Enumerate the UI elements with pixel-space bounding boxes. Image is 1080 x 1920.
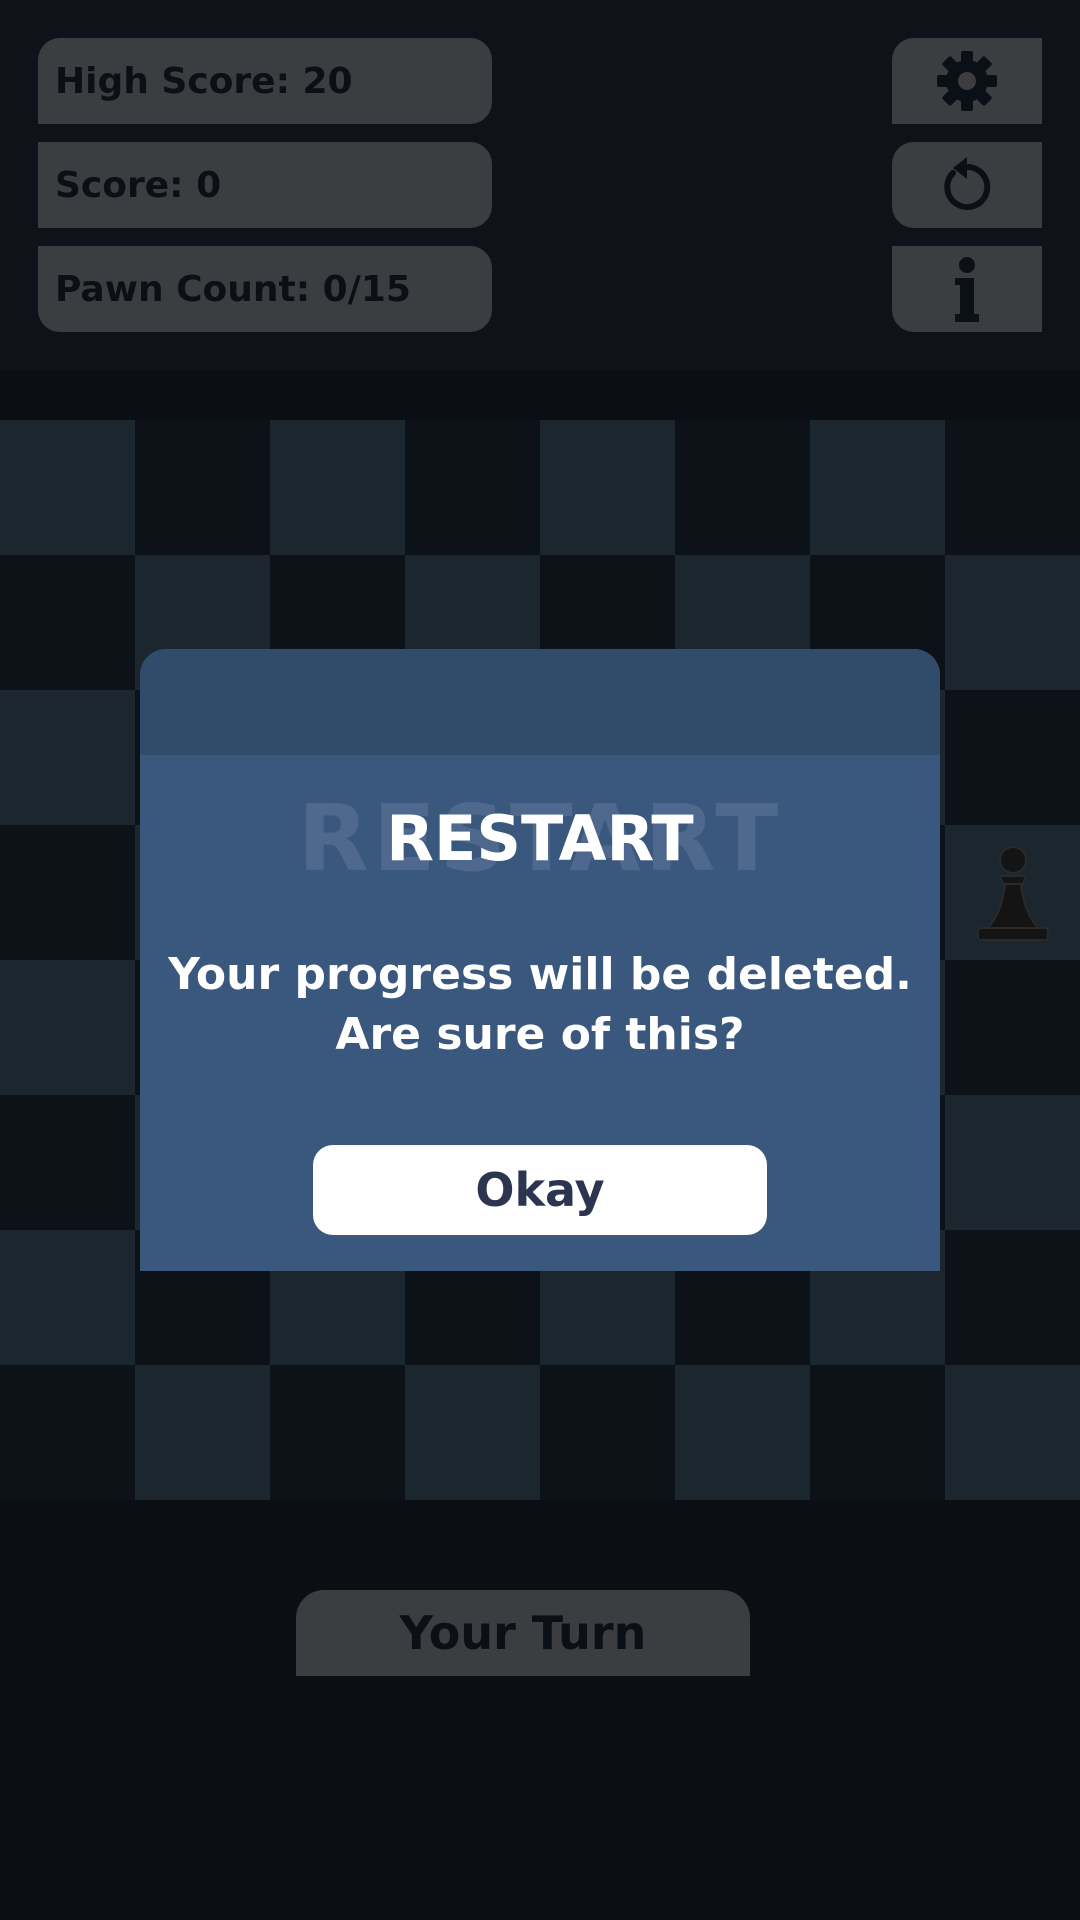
board-square-d8[interactable] bbox=[405, 420, 540, 555]
board-square-a6[interactable] bbox=[0, 690, 135, 825]
dialog-message-line-1: Your progress will be deleted. bbox=[168, 949, 912, 1000]
info-icon bbox=[955, 257, 979, 322]
board-square-h3[interactable] bbox=[945, 1095, 1080, 1230]
board-square-f8[interactable] bbox=[675, 420, 810, 555]
board-square-g1[interactable] bbox=[810, 1365, 945, 1500]
board-square-h4[interactable] bbox=[945, 960, 1080, 1095]
gear-icon bbox=[937, 51, 997, 111]
board-square-a4[interactable] bbox=[0, 960, 135, 1095]
board-square-h7[interactable] bbox=[945, 555, 1080, 690]
board-square-h6[interactable] bbox=[945, 690, 1080, 825]
board-square-a2[interactable] bbox=[0, 1230, 135, 1365]
board-square-f1[interactable] bbox=[675, 1365, 810, 1500]
board-square-a7[interactable] bbox=[0, 555, 135, 690]
board-square-h8[interactable] bbox=[945, 420, 1080, 555]
board-square-e1[interactable] bbox=[540, 1365, 675, 1500]
board-square-h1[interactable] bbox=[945, 1365, 1080, 1500]
board-square-b8[interactable] bbox=[135, 420, 270, 555]
score-label: Score: 0 bbox=[38, 142, 492, 228]
turn-indicator: Your Turn bbox=[296, 1590, 750, 1676]
dialog-title: RESTART bbox=[386, 802, 694, 875]
board-square-a5[interactable] bbox=[0, 825, 135, 960]
board-square-a3[interactable] bbox=[0, 1095, 135, 1230]
restart-dialog: RESTART RESTART Your progress will be de… bbox=[140, 649, 940, 1271]
black-pawn[interactable] bbox=[968, 842, 1058, 952]
board-square-a8[interactable] bbox=[0, 420, 135, 555]
board-square-a1[interactable] bbox=[0, 1365, 135, 1500]
pawn-count-label: Pawn Count: 0/15 bbox=[38, 246, 492, 332]
high-score-text: High Score: 20 bbox=[55, 60, 353, 102]
restart-button[interactable] bbox=[892, 142, 1042, 228]
restart-icon bbox=[944, 157, 991, 210]
info-button[interactable] bbox=[892, 246, 1042, 332]
board-square-c1[interactable] bbox=[270, 1365, 405, 1500]
okay-button[interactable]: Okay bbox=[313, 1145, 767, 1235]
board-square-h2[interactable] bbox=[945, 1230, 1080, 1365]
turn-label: Your Turn bbox=[399, 1606, 647, 1660]
high-score-label: High Score: 20 bbox=[38, 38, 492, 124]
dialog-message-line-2: Are sure of this? bbox=[335, 1009, 745, 1060]
board-square-c8[interactable] bbox=[270, 420, 405, 555]
board-square-d1[interactable] bbox=[405, 1365, 540, 1500]
settings-button[interactable] bbox=[892, 38, 1042, 124]
score-text: Score: 0 bbox=[55, 164, 222, 206]
board-square-b1[interactable] bbox=[135, 1365, 270, 1500]
board-square-e8[interactable] bbox=[540, 420, 675, 555]
board-square-g8[interactable] bbox=[810, 420, 945, 555]
pawn-count-text: Pawn Count: 0/15 bbox=[55, 268, 411, 310]
dialog-header bbox=[140, 649, 940, 755]
dialog-message: Your progress will be deleted. Are sure … bbox=[160, 945, 920, 1065]
